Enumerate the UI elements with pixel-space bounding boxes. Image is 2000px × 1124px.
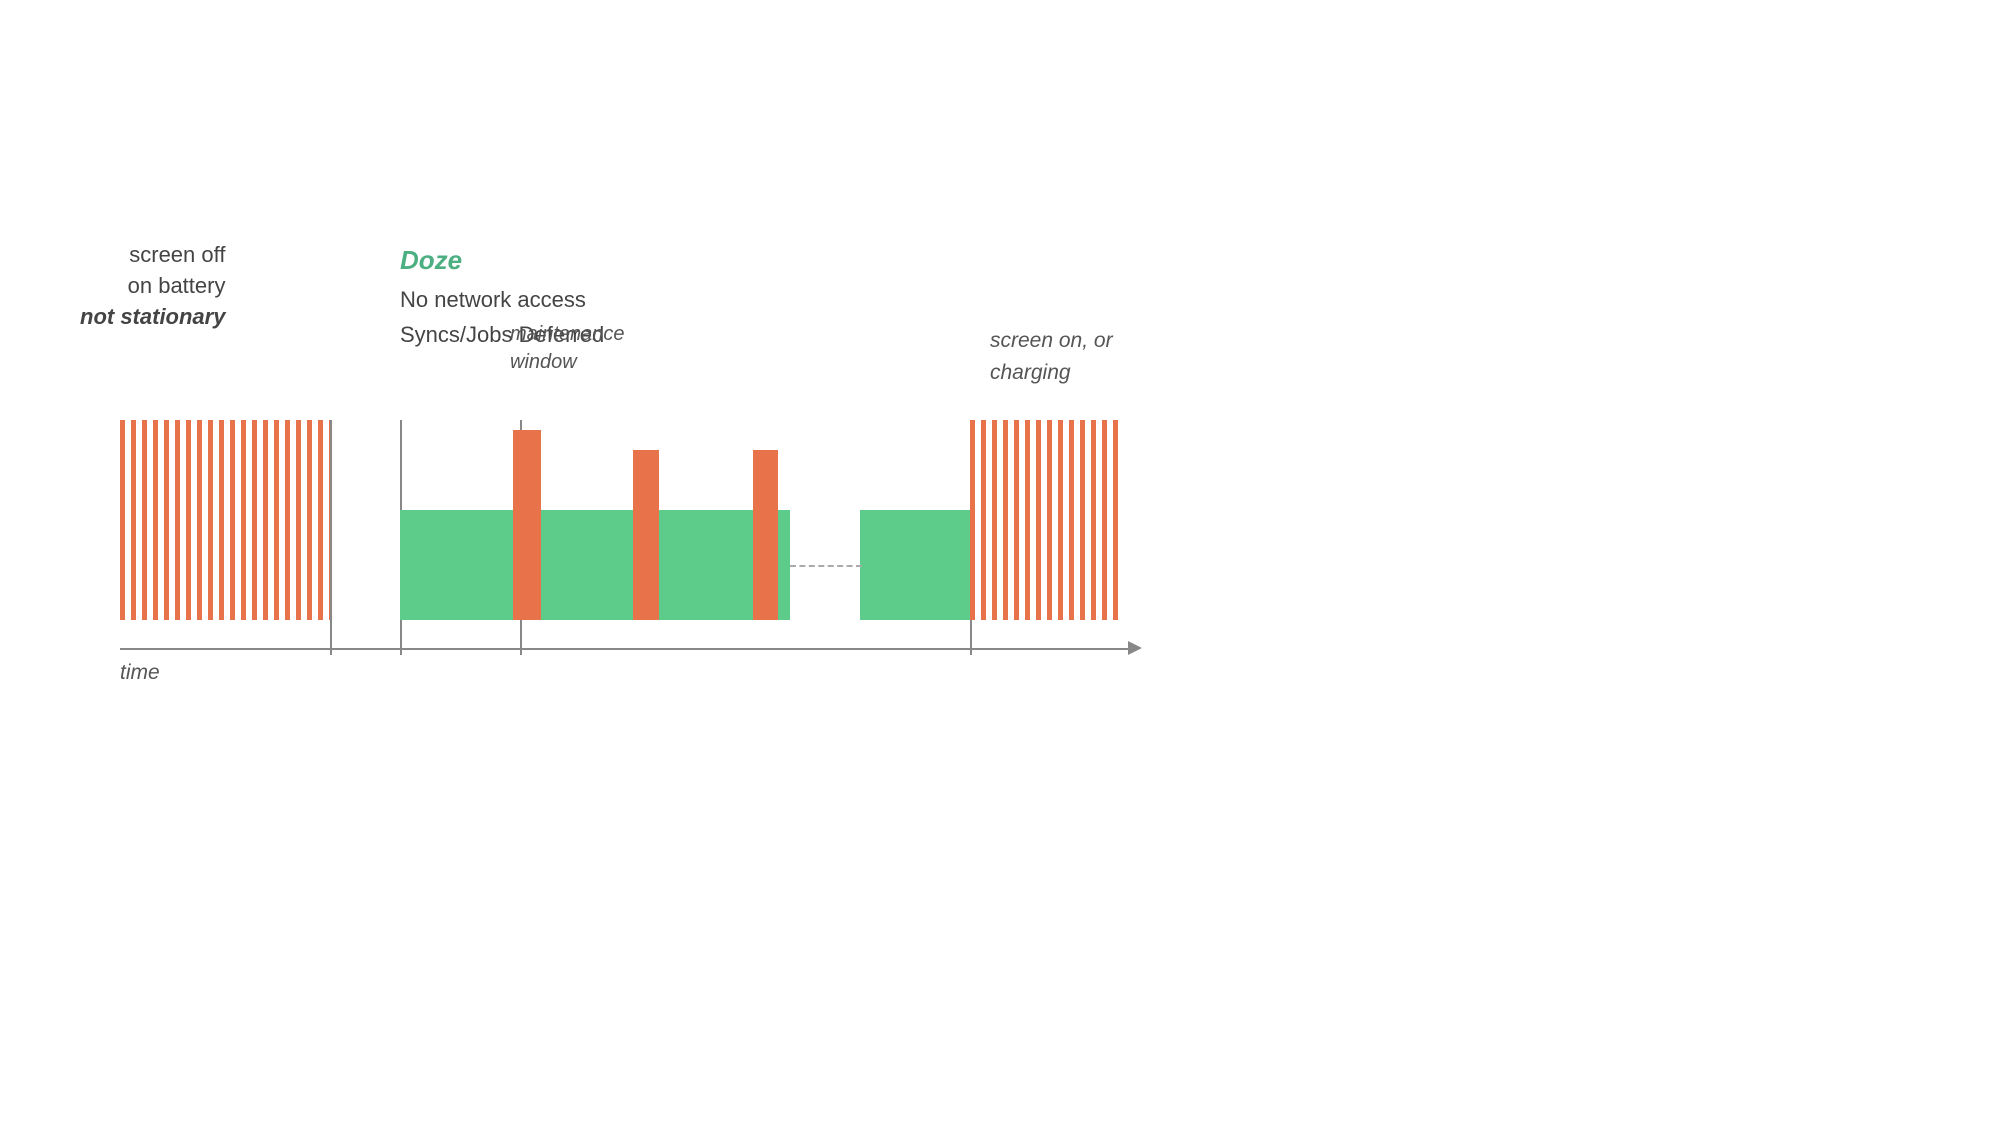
time-label: time — [120, 661, 160, 685]
timeline-area: time — [60, 420, 1160, 650]
screen-on-label: screen on, or charging — [990, 325, 1113, 388]
striped-bar-pre-doze — [120, 420, 330, 620]
green-bar-doze-2 — [860, 510, 970, 620]
maintenance-window-label: maintenance window — [510, 320, 625, 376]
maint-bar-2 — [633, 450, 659, 620]
x-axis-arrow — [1128, 641, 1142, 655]
striped-bar-post-doze — [970, 420, 1120, 620]
maint-bar-1 — [513, 430, 541, 620]
x-axis — [120, 648, 1130, 650]
green-bar-doze-1 — [400, 510, 790, 620]
vline-1 — [330, 420, 332, 655]
dotted-line — [790, 565, 862, 567]
maint-bar-3 — [753, 450, 778, 620]
screen-off-label: screen off on battery not stationary — [80, 240, 225, 332]
